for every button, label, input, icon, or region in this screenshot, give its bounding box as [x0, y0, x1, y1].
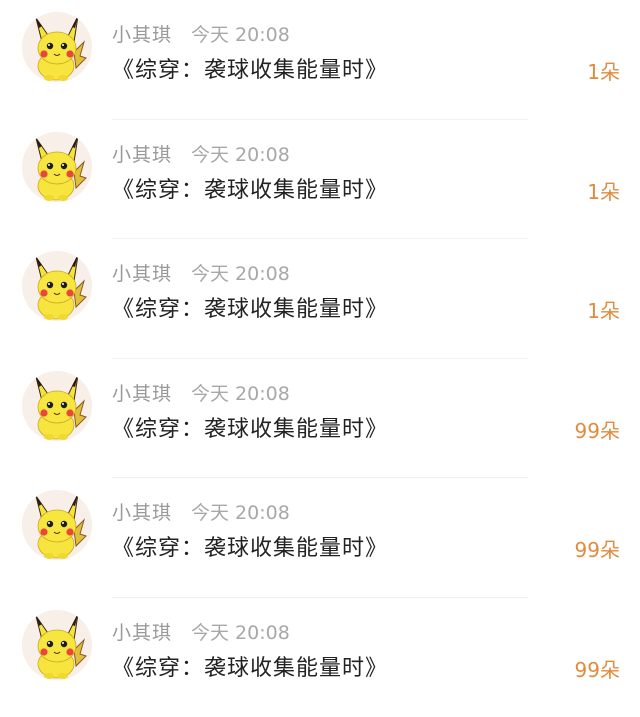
pikachu-avatar-icon: [22, 610, 92, 680]
avatar[interactable]: [22, 610, 92, 680]
pikachu-avatar-icon: [22, 12, 92, 82]
avatar[interactable]: [22, 490, 92, 560]
timestamp: 今天 20:08: [191, 379, 290, 406]
book-title[interactable]: 《综穿：袭球收集能量时》: [112, 411, 388, 443]
list-item[interactable]: 小其琪 今天 20:08 《综穿：袭球收集能量时》 99朵: [0, 598, 640, 717]
user-name[interactable]: 小其琪: [112, 140, 172, 167]
pikachu-avatar-icon: [22, 490, 92, 560]
gift-count: 99朵: [575, 415, 620, 444]
pikachu-avatar-icon: [22, 251, 92, 321]
user-name[interactable]: 小其琪: [112, 618, 172, 645]
avatar[interactable]: [22, 251, 92, 321]
pikachu-avatar-icon: [22, 132, 92, 202]
book-title[interactable]: 《综穿：袭球收集能量时》: [112, 291, 388, 323]
book-title[interactable]: 《综穿：袭球收集能量时》: [112, 530, 388, 562]
list-item[interactable]: 小其琪 今天 20:08 《综穿：袭球收集能量时》 1朵: [0, 120, 640, 240]
gift-count: 1朵: [587, 295, 620, 324]
timestamp: 今天 20:08: [191, 20, 290, 47]
timestamp: 今天 20:08: [191, 140, 290, 167]
gift-record-list: 小其琪 今天 20:08 《综穿：袭球收集能量时》 1朵: [0, 0, 640, 692]
user-name[interactable]: 小其琪: [112, 379, 172, 406]
avatar[interactable]: [22, 132, 92, 202]
timestamp: 今天 20:08: [191, 498, 290, 525]
gift-count: 99朵: [575, 654, 620, 683]
timestamp: 今天 20:08: [191, 618, 290, 645]
book-title[interactable]: 《综穿：袭球收集能量时》: [112, 172, 388, 204]
user-name[interactable]: 小其琪: [112, 259, 172, 286]
gift-count: 99朵: [575, 534, 620, 563]
avatar[interactable]: [22, 12, 92, 82]
list-item[interactable]: 小其琪 今天 20:08 《综穿：袭球收集能量时》 1朵: [0, 239, 640, 359]
user-name[interactable]: 小其琪: [112, 498, 172, 525]
book-title[interactable]: 《综穿：袭球收集能量时》: [112, 52, 388, 84]
pikachu-avatar-icon: [22, 371, 92, 441]
gift-count: 1朵: [587, 176, 620, 205]
avatar[interactable]: [22, 371, 92, 441]
list-item[interactable]: 小其琪 今天 20:08 《综穿：袭球收集能量时》 99朵: [0, 478, 640, 598]
gift-count: 1朵: [587, 56, 620, 85]
timestamp: 今天 20:08: [191, 259, 290, 286]
list-item[interactable]: 小其琪 今天 20:08 《综穿：袭球收集能量时》 99朵: [0, 359, 640, 479]
list-item[interactable]: 小其琪 今天 20:08 《综穿：袭球收集能量时》 1朵: [0, 0, 640, 120]
user-name[interactable]: 小其琪: [112, 20, 172, 47]
book-title[interactable]: 《综穿：袭球收集能量时》: [112, 650, 388, 682]
